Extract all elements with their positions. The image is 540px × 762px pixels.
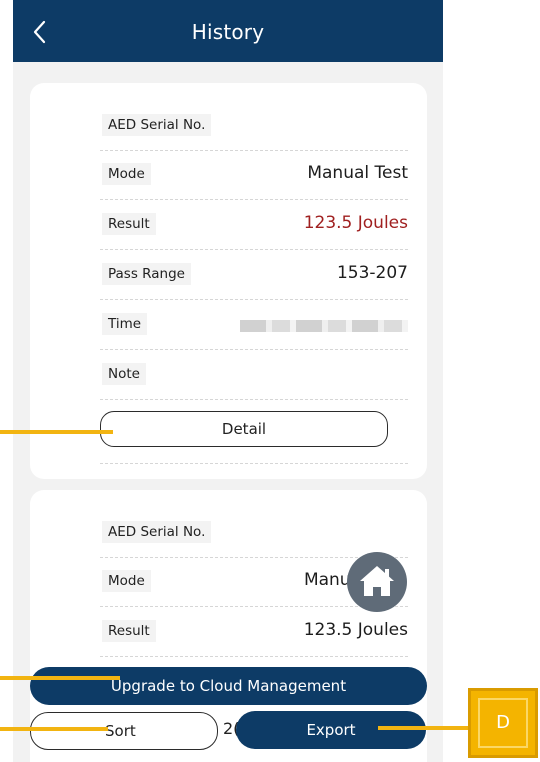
field-label: Note [102,363,146,385]
app-header: History [13,0,443,62]
blurred-time-value [240,320,408,332]
record-row-time: Time [100,300,408,350]
record-row-serial: AED Serial No. [100,101,408,151]
field-label: Result [102,213,156,235]
field-label: Result [102,620,156,642]
field-label: Time [102,313,148,335]
callout-line-detail [0,430,113,434]
field-label: Mode [102,570,151,592]
field-label: Mode [102,163,151,185]
record-row-mode: Mode Manual Test [100,150,408,200]
home-button[interactable] [347,552,407,612]
upgrade-cloud-button[interactable]: Upgrade to Cloud Management [30,667,427,705]
record-row-result: Result 123.5 Joules [100,607,408,657]
field-value: 153-207 [336,263,408,283]
field-value: Manual Test [307,163,408,183]
callout-line-cloud [0,676,120,680]
callout-badge: D [468,688,538,758]
record-row-result: Result 123.5 Joules [100,200,408,250]
page-title: History [191,20,265,44]
record-row-serial: AED Serial No. [100,508,408,558]
row-divider [100,401,408,464]
history-record-card: AED Serial No. Mode Manual Test Result 1… [30,83,427,479]
callout-line-export [378,726,470,730]
export-button[interactable]: Export [236,711,426,749]
sort-button[interactable]: Sort [30,712,218,750]
record-row-pass-range: Pass Range 153-207 [100,250,408,300]
callout-badge-label: D [496,712,510,733]
phone-screen: History AED Serial No. Mode Manual Test … [13,0,443,762]
field-value: 123.5 Joules [303,620,408,640]
record-row-note: Note [100,350,408,400]
home-icon [360,566,394,596]
field-value: 123.5 Joules [303,213,408,233]
field-label: AED Serial No. [102,521,212,543]
callout-line-sort [0,727,108,731]
field-label: AED Serial No. [102,114,212,136]
field-label: Pass Range [102,263,191,285]
